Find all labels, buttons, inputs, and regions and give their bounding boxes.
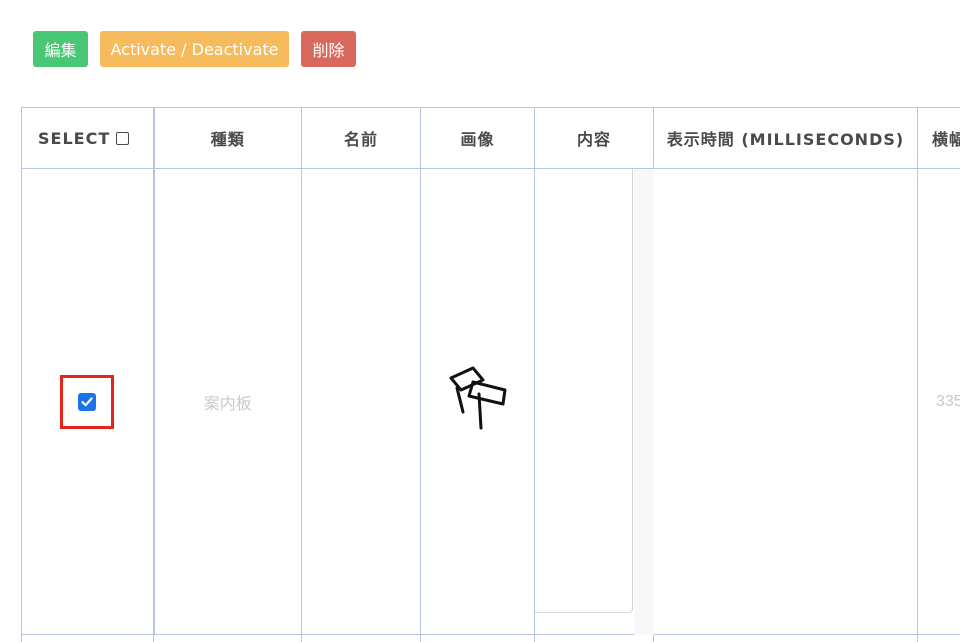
header-content: 内容 xyxy=(534,107,654,169)
next-row-cell xyxy=(534,634,654,642)
checkmark-icon xyxy=(81,397,93,406)
row-checkbox[interactable] xyxy=(78,392,97,411)
content-cell xyxy=(534,168,654,635)
select-all-checkbox[interactable] xyxy=(116,131,130,145)
content-scroll-area xyxy=(634,169,654,635)
header-select: SELECT xyxy=(21,107,155,169)
next-row-cell xyxy=(301,634,421,642)
image-cell xyxy=(420,168,535,635)
next-row-cell xyxy=(917,634,960,642)
header-display-time: 表示時間 (MILLISECONDS) xyxy=(653,107,918,169)
name-cell xyxy=(301,168,421,635)
header-width: 横幅 xyxy=(917,107,960,169)
type-cell: 案内板 xyxy=(153,168,302,635)
display-time-cell xyxy=(653,168,918,635)
content-textarea[interactable] xyxy=(535,169,633,613)
table-row xyxy=(21,634,960,642)
header-name: 名前 xyxy=(301,107,421,169)
data-table: SELECT 種類 名前 画像 内容 表示時間 (MILLISECONDS) 横… xyxy=(21,107,960,642)
checkbox-highlight xyxy=(60,374,115,429)
table-row: 案内板 335 xyxy=(21,168,960,635)
header-image: 画像 xyxy=(420,107,535,169)
toolbar: 編集 Activate / Deactivate 削除 xyxy=(33,31,368,67)
page: 編集 Activate / Deactivate 削除 SELECT 種類 名前… xyxy=(0,0,960,642)
delete-button[interactable]: 削除 xyxy=(301,31,356,67)
next-row-cell xyxy=(153,634,302,642)
signpost-icon xyxy=(449,366,506,430)
next-row-cell xyxy=(21,634,154,642)
next-row-cell xyxy=(653,634,918,642)
width-cell: 335 xyxy=(917,168,960,635)
select-cell xyxy=(21,168,155,635)
table-header-row: SELECT 種類 名前 画像 内容 表示時間 (MILLISECONDS) 横… xyxy=(21,107,960,169)
header-select-label: SELECT xyxy=(38,128,111,148)
header-type: 種類 xyxy=(153,107,302,169)
edit-button[interactable]: 編集 xyxy=(33,31,88,67)
next-row-cell xyxy=(420,634,535,642)
activate-deactivate-button[interactable]: Activate / Deactivate xyxy=(100,31,289,67)
table-container: SELECT 種類 名前 画像 内容 表示時間 (MILLISECONDS) 横… xyxy=(21,107,960,642)
